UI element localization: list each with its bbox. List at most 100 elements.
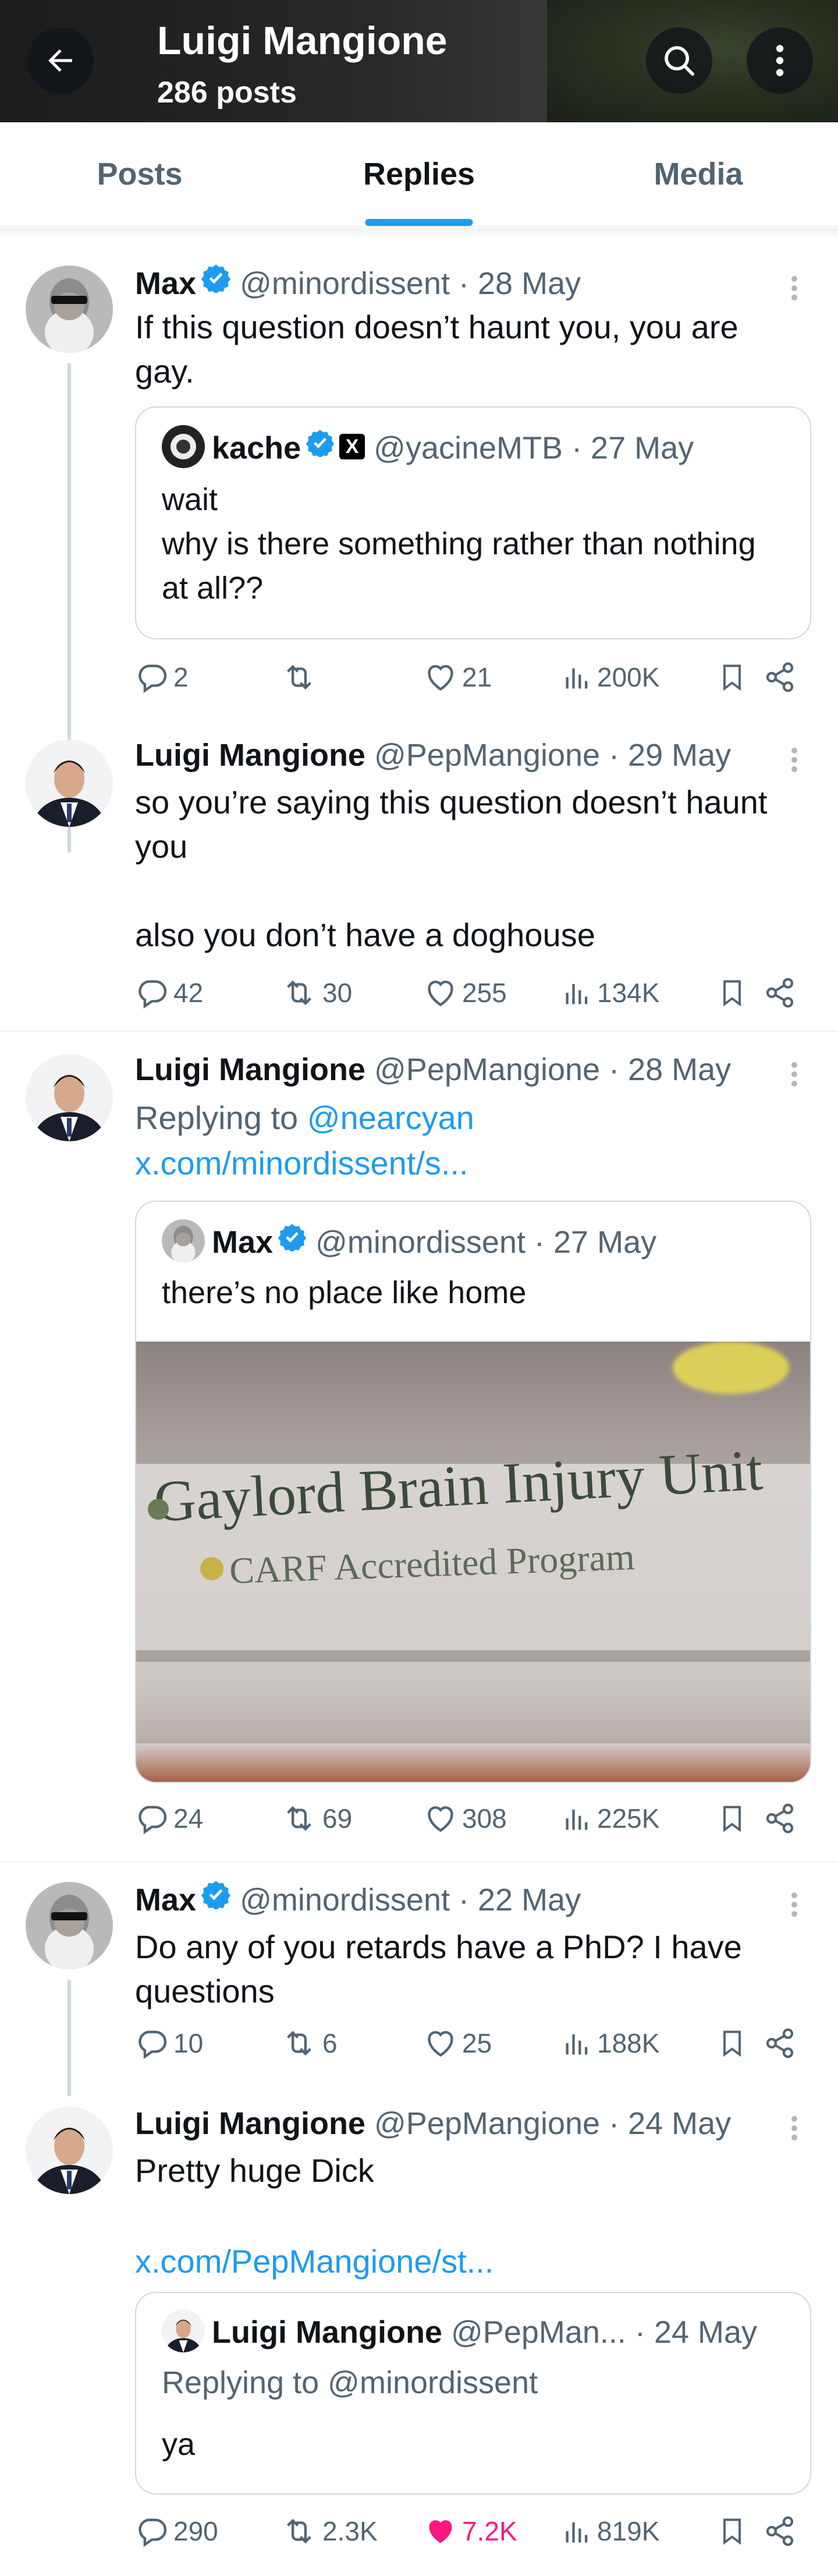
repost-button[interactable] [280,657,322,698]
share-button[interactable] [764,2023,801,2064]
tab-replies[interactable]: Replies [279,122,559,226]
like-button[interactable]: 255 [424,972,507,1013]
back-button[interactable] [27,27,94,94]
post-meta: Max @minordissent · 28 May [135,264,581,305]
quoted-post[interactable]: Max @minordissent · 27 May there’s no pl… [135,1201,811,1783]
share-button[interactable] [764,972,801,1013]
replying-to: Replying to @nearcyan [135,1099,474,1136]
repost-button[interactable]: 2.3K [280,2511,378,2552]
more-options-button[interactable] [747,27,813,94]
share-icon [766,2516,794,2546]
more-icon[interactable] [786,276,803,300]
reply-icon [139,664,167,693]
heart-icon [428,1806,453,1832]
post-link[interactable]: x.com/PepMangione/st... [135,2239,804,2284]
share-icon [766,662,794,692]
post-actions: 10 6 25 188K [135,2023,804,2064]
post-link[interactable]: x.com/minordissent/s... [135,1141,804,1186]
share-button[interactable] [764,657,801,698]
views-button[interactable]: 188K [562,2023,659,2064]
repost-icon [287,2518,311,2544]
reply-button[interactable]: 2 [135,657,189,698]
avatar-max[interactable] [26,266,113,353]
views-button[interactable]: 819K [562,2511,659,2552]
share-button[interactable] [764,1798,801,1839]
post-luigi-2[interactable]: Luigi Mangione @PepMangione · 28 May Rep… [0,1042,838,1857]
like-button[interactable]: 21 [424,657,492,698]
heart-icon [428,665,453,691]
share-icon [766,2028,794,2058]
bookmark-button[interactable] [717,972,752,1013]
heart-icon [428,2031,453,2057]
share-button[interactable] [764,2511,801,2552]
repost-button[interactable]: 30 [280,972,352,1013]
bookmark-icon [723,1806,741,1832]
heart-filled-icon [429,2520,452,2543]
reply-icon [139,2030,167,2060]
tab-media[interactable]: Media [559,122,838,226]
reply-button[interactable]: 42 [135,972,203,1013]
avatar-luigi [162,2309,205,2352]
share-icon [766,1803,794,1834]
search-button[interactable] [646,27,712,94]
post-meta: Max @minordissent · 22 May [135,1881,581,1922]
repost-icon [287,980,311,1006]
bookmark-icon [723,664,741,691]
post-actions: 42 30 255 134K [135,972,804,1013]
bookmark-button[interactable] [717,2511,752,2552]
replying-to-link[interactable]: @nearcyan [307,1099,474,1136]
reply-button[interactable]: 24 [135,1798,203,1839]
post-meta: Luigi Mangione @PepMangione · 28 May [135,1052,732,1087]
avatar-kache [162,425,205,468]
quoted-post[interactable]: kache X @yacineMTB · 27 May wait why is t… [135,406,811,639]
heart-icon [428,981,453,1007]
bookmark-button[interactable] [717,1798,752,1839]
post-max-2[interactable]: Max @minordissent · 22 May Do any of you… [0,1873,838,2096]
profile-tabs: Posts Replies Media [0,122,838,227]
like-button[interactable]: 25 [424,2023,492,2064]
post-text: so you’re saying this question doesn’t h… [135,784,768,953]
views-icon [566,668,588,689]
post-max-1[interactable]: Max @minordissent · 28 May If this quest… [0,256,838,852]
bookmark-button[interactable] [717,657,752,698]
verified-badge-icon [306,427,335,466]
repost-button[interactable]: 6 [280,2023,338,2064]
share-icon [766,978,794,1008]
more-icon[interactable] [786,1062,803,1087]
post-text: If this question doesn’t haunt you, you … [135,309,748,390]
avatar-luigi[interactable] [26,739,113,827]
reply-button[interactable]: 10 [135,2023,203,2064]
like-button[interactable]: 308 [424,1798,507,1839]
post-luigi-1[interactable]: Luigi Mangione @PepMangione · 29 May so … [0,728,838,1019]
more-icon[interactable] [786,748,803,772]
more-vertical-icon [776,45,784,76]
like-button-liked[interactable]: 7.2K [424,2511,517,2552]
post-luigi-3[interactable]: Luigi Mangione @PepMangione · 24 May Pre… [0,2096,838,2576]
more-icon[interactable] [786,1892,803,1917]
post-meta: Luigi Mangione @PepMangione · 24 May [135,2106,732,2141]
avatar-max [162,1219,205,1262]
quoted-image[interactable]: Gaylord Brain Injury Unit CARF Accredite… [136,1342,810,1782]
reply-button[interactable]: 290 [135,2511,218,2552]
views-button[interactable]: 134K [562,972,659,1013]
avatar-luigi[interactable] [26,2107,113,2194]
quoted-post[interactable]: Luigi Mangione @PepMan... · 24 May Reply… [135,2292,811,2494]
views-icon [566,2522,588,2543]
post-text: Do any of you retards have a PhD? I have… [135,1929,751,2009]
bookmark-button[interactable] [717,2023,752,2064]
repost-icon [287,1806,311,1831]
verified-badge-icon [278,1222,307,1260]
active-tab-indicator [365,219,473,226]
more-icon[interactable] [786,2116,803,2140]
views-button[interactable]: 200K [562,657,659,698]
post-count: 286 posts [157,76,297,109]
profile-name: Luigi Mangione [157,19,448,63]
repost-icon [287,664,311,690]
profile-header: Luigi Mangione 286 posts [0,0,838,122]
tab-posts[interactable]: Posts [0,122,279,226]
repost-button[interactable]: 69 [280,1798,352,1839]
avatar-luigi[interactable] [26,1054,113,1141]
views-button[interactable]: 225K [562,1798,659,1839]
verified-badge-icon [201,1879,231,1918]
avatar-max[interactable] [26,1882,113,1969]
